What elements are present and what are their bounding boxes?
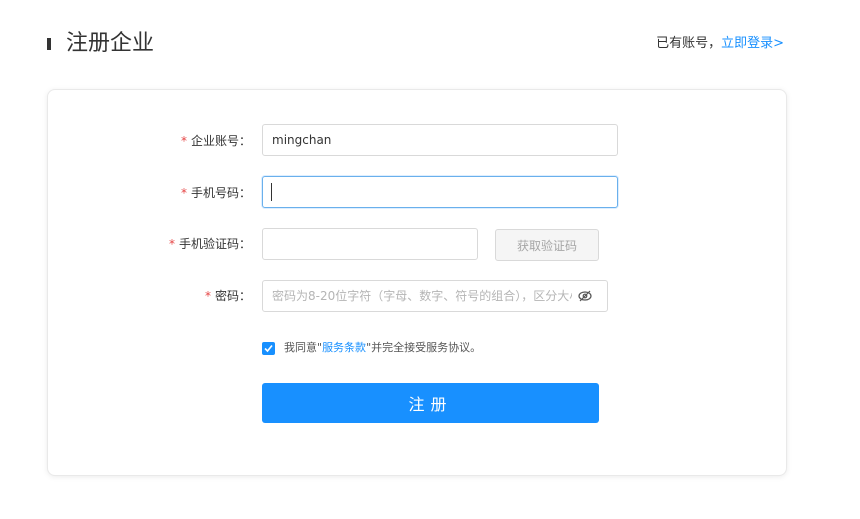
- required-mark: *: [204, 289, 211, 303]
- check-icon: [264, 344, 273, 353]
- account-input[interactable]: [262, 124, 618, 156]
- text-cursor: [271, 183, 272, 201]
- required-mark: *: [168, 237, 175, 251]
- login-hint: 已有账号，立即登录>: [656, 34, 784, 54]
- title-accent-bar: [47, 38, 51, 50]
- password-input[interactable]: [262, 280, 608, 312]
- phone-label: * 手机号码：: [181, 185, 251, 201]
- password-label-text: 密码：: [214, 289, 251, 303]
- required-mark: *: [180, 134, 187, 148]
- login-prompt: 已有账号，: [656, 36, 722, 51]
- get-code-button[interactable]: 获取验证码: [495, 229, 599, 261]
- login-link[interactable]: 立即登录>: [721, 36, 784, 51]
- password-label: * 密码：: [205, 288, 251, 304]
- required-mark: *: [180, 186, 187, 200]
- account-label: * 企业账号：: [181, 133, 251, 149]
- phone-label-text: 手机号码：: [190, 186, 251, 200]
- agreement-prefix: 我同意": [284, 341, 323, 354]
- eye-slash-icon[interactable]: [578, 290, 592, 302]
- register-button[interactable]: 注册: [262, 383, 599, 423]
- page-title: 注册企业: [66, 31, 155, 56]
- agreement-suffix: "并完全接受服务协议。: [366, 341, 482, 354]
- agree-checkbox[interactable]: [262, 342, 275, 355]
- terms-link[interactable]: 服务条款: [322, 341, 366, 354]
- sms-code-label: * 手机验证码：: [169, 236, 251, 252]
- sms-code-input[interactable]: [262, 228, 478, 260]
- agreement-text: 我同意"服务条款"并完全接受服务协议。: [284, 340, 481, 356]
- phone-input[interactable]: [262, 176, 618, 208]
- sms-code-label-text: 手机验证码：: [178, 237, 251, 251]
- account-label-text: 企业账号：: [190, 134, 251, 148]
